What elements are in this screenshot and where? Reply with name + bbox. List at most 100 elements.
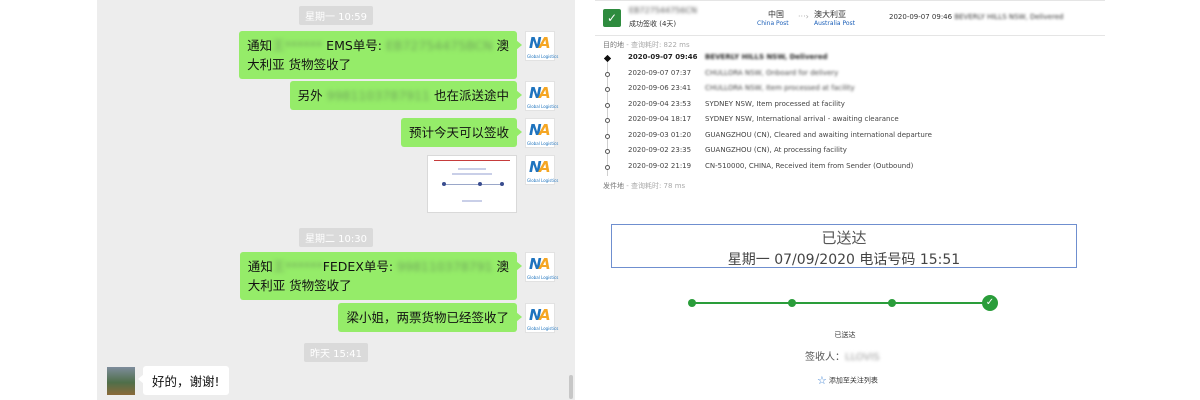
redacted-name: 王****** bbox=[272, 259, 323, 274]
chat-message[interactable]: 另外 9981103787911 也在派送途中 N A Global Logis… bbox=[289, 81, 559, 111]
latest-event: 2020-09-07 09:46 BEVERLY HILLS NSW, Deli… bbox=[889, 13, 1063, 21]
timeline-marker-icon bbox=[605, 149, 610, 154]
destination-query-time: - 查询耗时: 822 ms bbox=[624, 41, 690, 49]
timeline-marker-icon bbox=[603, 54, 612, 63]
message-bubble[interactable]: 梁小姐，两票货物已经签收了 bbox=[338, 303, 522, 332]
origin-query-time: - 查询耗时: 78 ms bbox=[624, 182, 686, 190]
avatar[interactable]: N A Global Logistics bbox=[525, 31, 559, 61]
thumb-dot bbox=[442, 182, 446, 186]
progress-label: 已送达 bbox=[834, 331, 856, 339]
delivery-status: 成功签收 (4天) bbox=[629, 20, 677, 28]
message-text: 另外 bbox=[297, 88, 327, 103]
origin-label: 发件地 bbox=[603, 182, 624, 190]
event-desc: GUANGZHOU (CN), At processing facility bbox=[705, 146, 847, 154]
latest-event-desc: BEVERLY HILLS NSW, Delivered bbox=[954, 13, 1064, 21]
logo-a-icon: A bbox=[539, 306, 551, 324]
avatar[interactable]: N A Global Logistics bbox=[525, 252, 559, 282]
event-desc: SYDNEY NSW, International arrival - awai… bbox=[705, 115, 899, 123]
chat-scrollbar[interactable] bbox=[569, 375, 573, 399]
message-text: 通知 bbox=[247, 38, 273, 53]
event-desc: BEVERLY HILLS NSW, Delivered bbox=[705, 53, 828, 61]
logo-text: Global Logistics bbox=[527, 54, 559, 59]
event-desc: CHULLORA NSW, Item processed at facility bbox=[705, 84, 855, 92]
shipment-header[interactable]: ✓ EB727544756CN 成功签收 (4天) 中国 China Post … bbox=[595, 0, 1105, 36]
chat-image-message[interactable]: N A Global Logistics bbox=[427, 155, 559, 213]
message-text: 也在派送途中 bbox=[430, 88, 509, 103]
receiver-info: 签收人：LLOVIS bbox=[805, 348, 880, 363]
screenshot-thumbnail[interactable] bbox=[427, 155, 517, 213]
timeline-marker-icon bbox=[605, 165, 610, 170]
message-text: 梁小姐，两票货物已经签收了 bbox=[346, 310, 509, 325]
logo-a-icon: A bbox=[539, 158, 551, 176]
redacted-name: 王****** bbox=[272, 38, 323, 53]
chat-message[interactable]: 预计今天可以签收 N A Global Logistics bbox=[400, 118, 559, 148]
event-time: 2020-09-07 09:46 bbox=[628, 53, 698, 61]
logo-text: Global Logistics bbox=[527, 141, 559, 146]
message-bubble[interactable]: 通知王******FEDEX单号: 998110378791 澳 大利亚 货物签… bbox=[239, 252, 523, 300]
event-desc: GUANGZHOU (CN), Cleared and awaiting int… bbox=[705, 131, 932, 139]
event-desc: CHULLORA NSW, Onboard for delivery bbox=[705, 69, 839, 77]
reply-bubble[interactable]: 好的，谢谢! bbox=[138, 366, 229, 395]
progress-complete-check-icon: ✓ bbox=[982, 295, 998, 311]
event-desc: CN-510000, CHINA, Received item from Sen… bbox=[705, 162, 914, 170]
latest-event-time: 2020-09-07 09:46 bbox=[889, 13, 953, 21]
origin-carrier: China Post bbox=[757, 20, 789, 27]
destination-meta: 目的地 - 查询耗时: 822 ms bbox=[603, 40, 690, 50]
tracking-number: EB727544756CN bbox=[629, 6, 697, 15]
avatar[interactable]: N A Global Logistics bbox=[525, 155, 559, 185]
message-bubble[interactable]: 另外 9981103787911 也在派送途中 bbox=[289, 81, 523, 110]
message-text: 通知 bbox=[247, 259, 273, 274]
logo-a-icon: A bbox=[539, 84, 551, 102]
chat-message[interactable]: 梁小姐，两票货物已经签收了 N A Global Logistics bbox=[338, 303, 559, 333]
timeline-marker-icon bbox=[605, 72, 610, 77]
message-bubble[interactable]: 通知王****** EMS单号: EB72754475BCN 澳 大利亚 货物签… bbox=[239, 31, 522, 79]
receiver-label: 签收人： bbox=[805, 352, 845, 363]
star-icon: ☆ bbox=[817, 374, 827, 387]
checkbox-checked-icon[interactable]: ✓ bbox=[603, 9, 621, 27]
logo-text: Global Logistics bbox=[527, 326, 559, 331]
avatar[interactable]: N A Global Logistics bbox=[525, 81, 559, 111]
avatar[interactable]: N A Global Logistics bbox=[525, 118, 559, 148]
thumb-text-line bbox=[458, 168, 486, 170]
logo-text: Global Logistics bbox=[527, 275, 559, 280]
chat-message[interactable]: 通知王****** EMS单号: EB72754475BCN 澳 大利亚 货物签… bbox=[239, 31, 559, 79]
thumb-progress-line bbox=[442, 184, 502, 185]
message-text: FEDEX单号: bbox=[322, 259, 398, 274]
progress-step-dot bbox=[688, 299, 696, 307]
progress-track bbox=[693, 302, 989, 304]
add-to-watchlist-label: 添加至关注列表 bbox=[828, 376, 878, 385]
thumb-text-line bbox=[462, 200, 482, 202]
receiver-name: LLOVIS bbox=[845, 352, 880, 363]
timeline-marker-icon bbox=[605, 134, 610, 139]
message-text: EMS单号: bbox=[322, 38, 386, 53]
redacted-tracking-number: EB72754475BCN bbox=[385, 38, 493, 53]
logo-text: Global Logistics bbox=[527, 178, 559, 183]
logo-a-icon: A bbox=[539, 121, 551, 139]
event-time: 2020-09-02 23:35 bbox=[628, 146, 692, 154]
logo-a-icon: A bbox=[539, 34, 551, 52]
delivered-banner: 已送达 星期一 07/09/2020 电话号码 15:51 bbox=[611, 224, 1077, 268]
route-arrow-icon: ···› bbox=[798, 12, 809, 21]
message-bubble[interactable]: 预计今天可以签收 bbox=[400, 118, 523, 147]
event-time: 2020-09-04 18:17 bbox=[628, 115, 692, 123]
event-time: 2020-09-06 23:41 bbox=[628, 84, 692, 92]
progress-step-dot bbox=[788, 299, 796, 307]
logo-text: Global Logistics bbox=[527, 104, 559, 109]
event-time: 2020-09-04 23:53 bbox=[628, 100, 692, 108]
chat-timestamp: 星期一 10:59 bbox=[299, 6, 373, 25]
chat-message[interactable]: 通知王******FEDEX单号: 998110378791 澳 大利亚 货物签… bbox=[239, 252, 559, 300]
tracking-panel: ✓ EB727544756CN 成功签收 (4天) 中国 China Post … bbox=[595, 0, 1105, 400]
thumb-text-line bbox=[452, 173, 492, 175]
add-to-watchlist-button[interactable]: ☆ 添加至关注列表 bbox=[817, 374, 878, 387]
avatar[interactable]: N A Global Logistics bbox=[525, 303, 559, 333]
destination-country: 澳大利亚 bbox=[814, 10, 846, 19]
chat-reply[interactable]: 好的，谢谢! bbox=[107, 366, 229, 395]
message-text: 预计今天可以签收 bbox=[408, 125, 509, 140]
thumb-divider bbox=[434, 160, 510, 161]
timeline-marker-icon bbox=[605, 103, 610, 108]
thumb-dot bbox=[500, 182, 504, 186]
origin-country: 中国 bbox=[768, 10, 784, 19]
progress-step-dot bbox=[888, 299, 896, 307]
customer-avatar[interactable] bbox=[107, 366, 135, 395]
event-time: 2020-09-03 01:20 bbox=[628, 131, 692, 139]
